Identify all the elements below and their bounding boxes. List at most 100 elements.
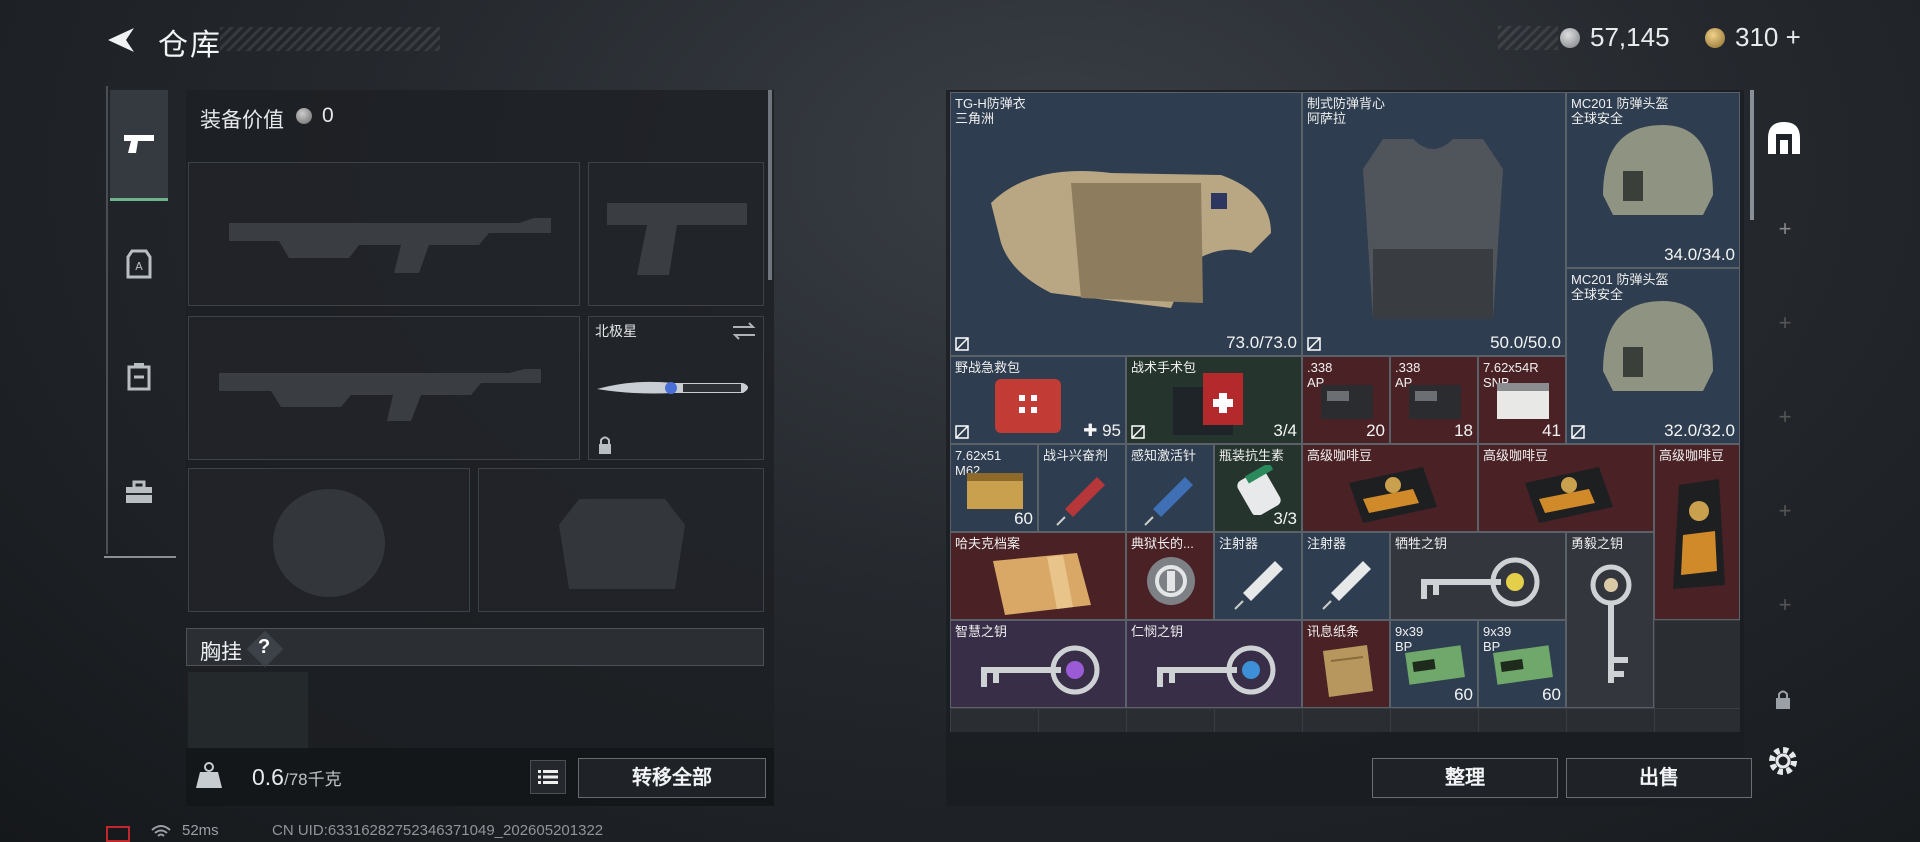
item-quantity: ✚ 95 [1083, 421, 1121, 440]
item-name: 制式防弹背心 阿萨拉 [1307, 96, 1385, 126]
item-warden-badge[interactable]: 典狱长的... [1126, 532, 1214, 620]
list-view-button[interactable] [530, 760, 566, 794]
helmet-slot[interactable] [188, 468, 470, 612]
item-premium-coffee[interactable]: 高级咖啡豆 [1478, 444, 1654, 532]
item-medkit[interactable]: 野战急救包 ✚ 95 [950, 356, 1126, 444]
add-storage-button[interactable]: + [1770, 310, 1800, 336]
item-key-courage[interactable]: 勇毅之钥 [1566, 532, 1654, 708]
item-armor-standard[interactable]: 制式防弹背心 阿萨拉 50.0/50.0 [1302, 92, 1566, 356]
insured-icon [955, 425, 969, 439]
item-key-sacrifice[interactable]: 牺牲之钥 [1390, 532, 1566, 620]
surgery-kit-image [1173, 373, 1243, 435]
add-storage-button[interactable]: + [1770, 404, 1800, 430]
item-antibiotic[interactable]: 瓶装抗生素 3/3 [1214, 444, 1302, 532]
item-ammo-9x39-bp[interactable]: 9x39 BP 60 [1478, 620, 1566, 708]
pistol-icon [124, 135, 154, 153]
lock-icon [599, 436, 611, 454]
item-perception-injector[interactable]: 感知激活针 [1126, 444, 1214, 532]
sidebar-divider [106, 86, 108, 554]
title-decoration [220, 27, 440, 51]
item-combat-stim[interactable]: 战斗兴奋剂 [1038, 444, 1126, 532]
item-quantity-value: 95 [1102, 421, 1121, 440]
item-name: 战斗兴奋剂 [1043, 448, 1109, 463]
stash-items: TG-H防弹衣 三角洲 73.0/73.0 制式防弹背心 阿萨拉 50.0/50.0… [950, 92, 1740, 732]
item-ammo-338-ap[interactable]: .338 AP 18 [1390, 356, 1478, 444]
swap-icon[interactable] [731, 321, 757, 341]
sidearm-slot[interactable] [588, 162, 764, 306]
chest-rig-label: 胸挂 [200, 641, 242, 664]
ping-readout: 52ms [182, 822, 219, 839]
lock-icon [1776, 690, 1790, 709]
tab-safebox[interactable] [110, 452, 168, 532]
item-durability: 34.0/34.0 [1664, 245, 1735, 264]
backpack-icon [127, 363, 151, 391]
item-surgery-kit[interactable]: 战术手术包 3/4 [1126, 356, 1302, 444]
syringe-image [1234, 561, 1283, 610]
item-name-line: 制式防弹背心 [1307, 96, 1386, 111]
item-durability: 50.0/50.0 [1490, 333, 1561, 352]
add-storage-button[interactable]: + [1770, 498, 1800, 524]
secondary-weapon-slot[interactable] [188, 316, 580, 460]
helmet-image [1603, 125, 1713, 215]
melee-slot[interactable]: 北极星 [588, 316, 764, 460]
item-ammo-762x54r[interactable]: 7.62x54R SNB 41 [1478, 356, 1566, 444]
syringe-image [1322, 561, 1371, 610]
item-key-wisdom[interactable]: 智慧之钥 [950, 620, 1126, 708]
list-icon [538, 770, 558, 784]
add-storage-button[interactable]: + [1770, 592, 1800, 618]
item-message-note[interactable]: 讯息纸条 [1302, 620, 1390, 708]
help-icon[interactable]: ? [258, 636, 270, 659]
insured-icon [1571, 425, 1585, 439]
transfer-all-button[interactable]: 转移全部 [578, 758, 766, 798]
chest-rig-slot[interactable] [188, 672, 308, 752]
item-key-mercy[interactable]: 仁悯之钥 [1126, 620, 1302, 708]
item-name-line: 7.62x51 [955, 448, 1002, 463]
item-ammo-762x51[interactable]: 7.62x51 M62 60 [950, 444, 1038, 532]
folder-image [993, 553, 1091, 615]
item-armor-tgh[interactable]: TG-H防弹衣 三角洲 73.0/73.0 [950, 92, 1302, 356]
item-name: 感知激活针 [1131, 448, 1197, 463]
storage-tab-icon[interactable] [1764, 118, 1804, 158]
item-ammo-338-ap[interactable]: .338 AP 20 [1302, 356, 1390, 444]
sell-button[interactable]: 出售 [1566, 758, 1752, 798]
settings-gear-icon[interactable] [1766, 744, 1800, 778]
injector-image [1144, 477, 1193, 526]
sidebar-bottom-line [104, 556, 176, 558]
melee-name: 北极星 [595, 323, 637, 339]
item-sub-line: 三角洲 [955, 111, 995, 126]
tab-backpack[interactable] [110, 336, 168, 416]
primary-weapon-slot[interactable] [188, 162, 580, 306]
back-arrow-icon[interactable] [100, 22, 140, 58]
sort-button[interactable]: 整理 [1372, 758, 1558, 798]
item-quantity: 41 [1542, 421, 1561, 440]
item-havk-archive[interactable]: 哈夫克档案 [950, 532, 1126, 620]
tab-armor[interactable]: A [110, 224, 168, 304]
item-premium-coffee[interactable]: 高级咖啡豆 [1654, 444, 1740, 620]
equip-value-label: 装备价值 [200, 109, 284, 132]
ammo-box-image [1497, 383, 1549, 419]
body-armor-slot[interactable] [478, 468, 764, 612]
currency-gold[interactable]: 310 + [1735, 22, 1801, 53]
item-injector[interactable]: 注射器 [1214, 532, 1302, 620]
equipment-scrollbar[interactable] [768, 90, 772, 280]
medkit-image [995, 379, 1061, 433]
tab-weapons[interactable] [110, 90, 168, 201]
item-quantity: 18 [1454, 421, 1473, 440]
camo-armor-image [991, 171, 1271, 308]
add-storage-button[interactable]: + [1770, 216, 1800, 242]
helmet-silhouette-icon [273, 489, 385, 597]
item-quantity: 3/4 [1273, 421, 1297, 440]
stash-scrollbar[interactable] [1750, 90, 1754, 220]
add-gold-button[interactable]: + [1786, 22, 1801, 52]
item-sub-line: 阿萨拉 [1307, 111, 1347, 126]
item-injector[interactable]: 注射器 [1302, 532, 1390, 620]
item-helmet-mc201-b[interactable]: MC201 防弹头盔 全球安全 32.0/32.0 [1566, 268, 1740, 444]
toolbox-icon [126, 480, 152, 503]
insured-icon [1307, 337, 1321, 351]
silver-coin-icon [1560, 28, 1580, 48]
item-quantity: 20 [1366, 421, 1385, 440]
item-name: 注射器 [1219, 536, 1259, 551]
item-helmet-mc201-a[interactable]: MC201 防弹头盔 全球安全 34.0/34.0 [1566, 92, 1740, 268]
item-ammo-9x39-bp[interactable]: 9x39 BP 60 [1390, 620, 1478, 708]
item-premium-coffee[interactable]: 高级咖啡豆 [1302, 444, 1478, 532]
